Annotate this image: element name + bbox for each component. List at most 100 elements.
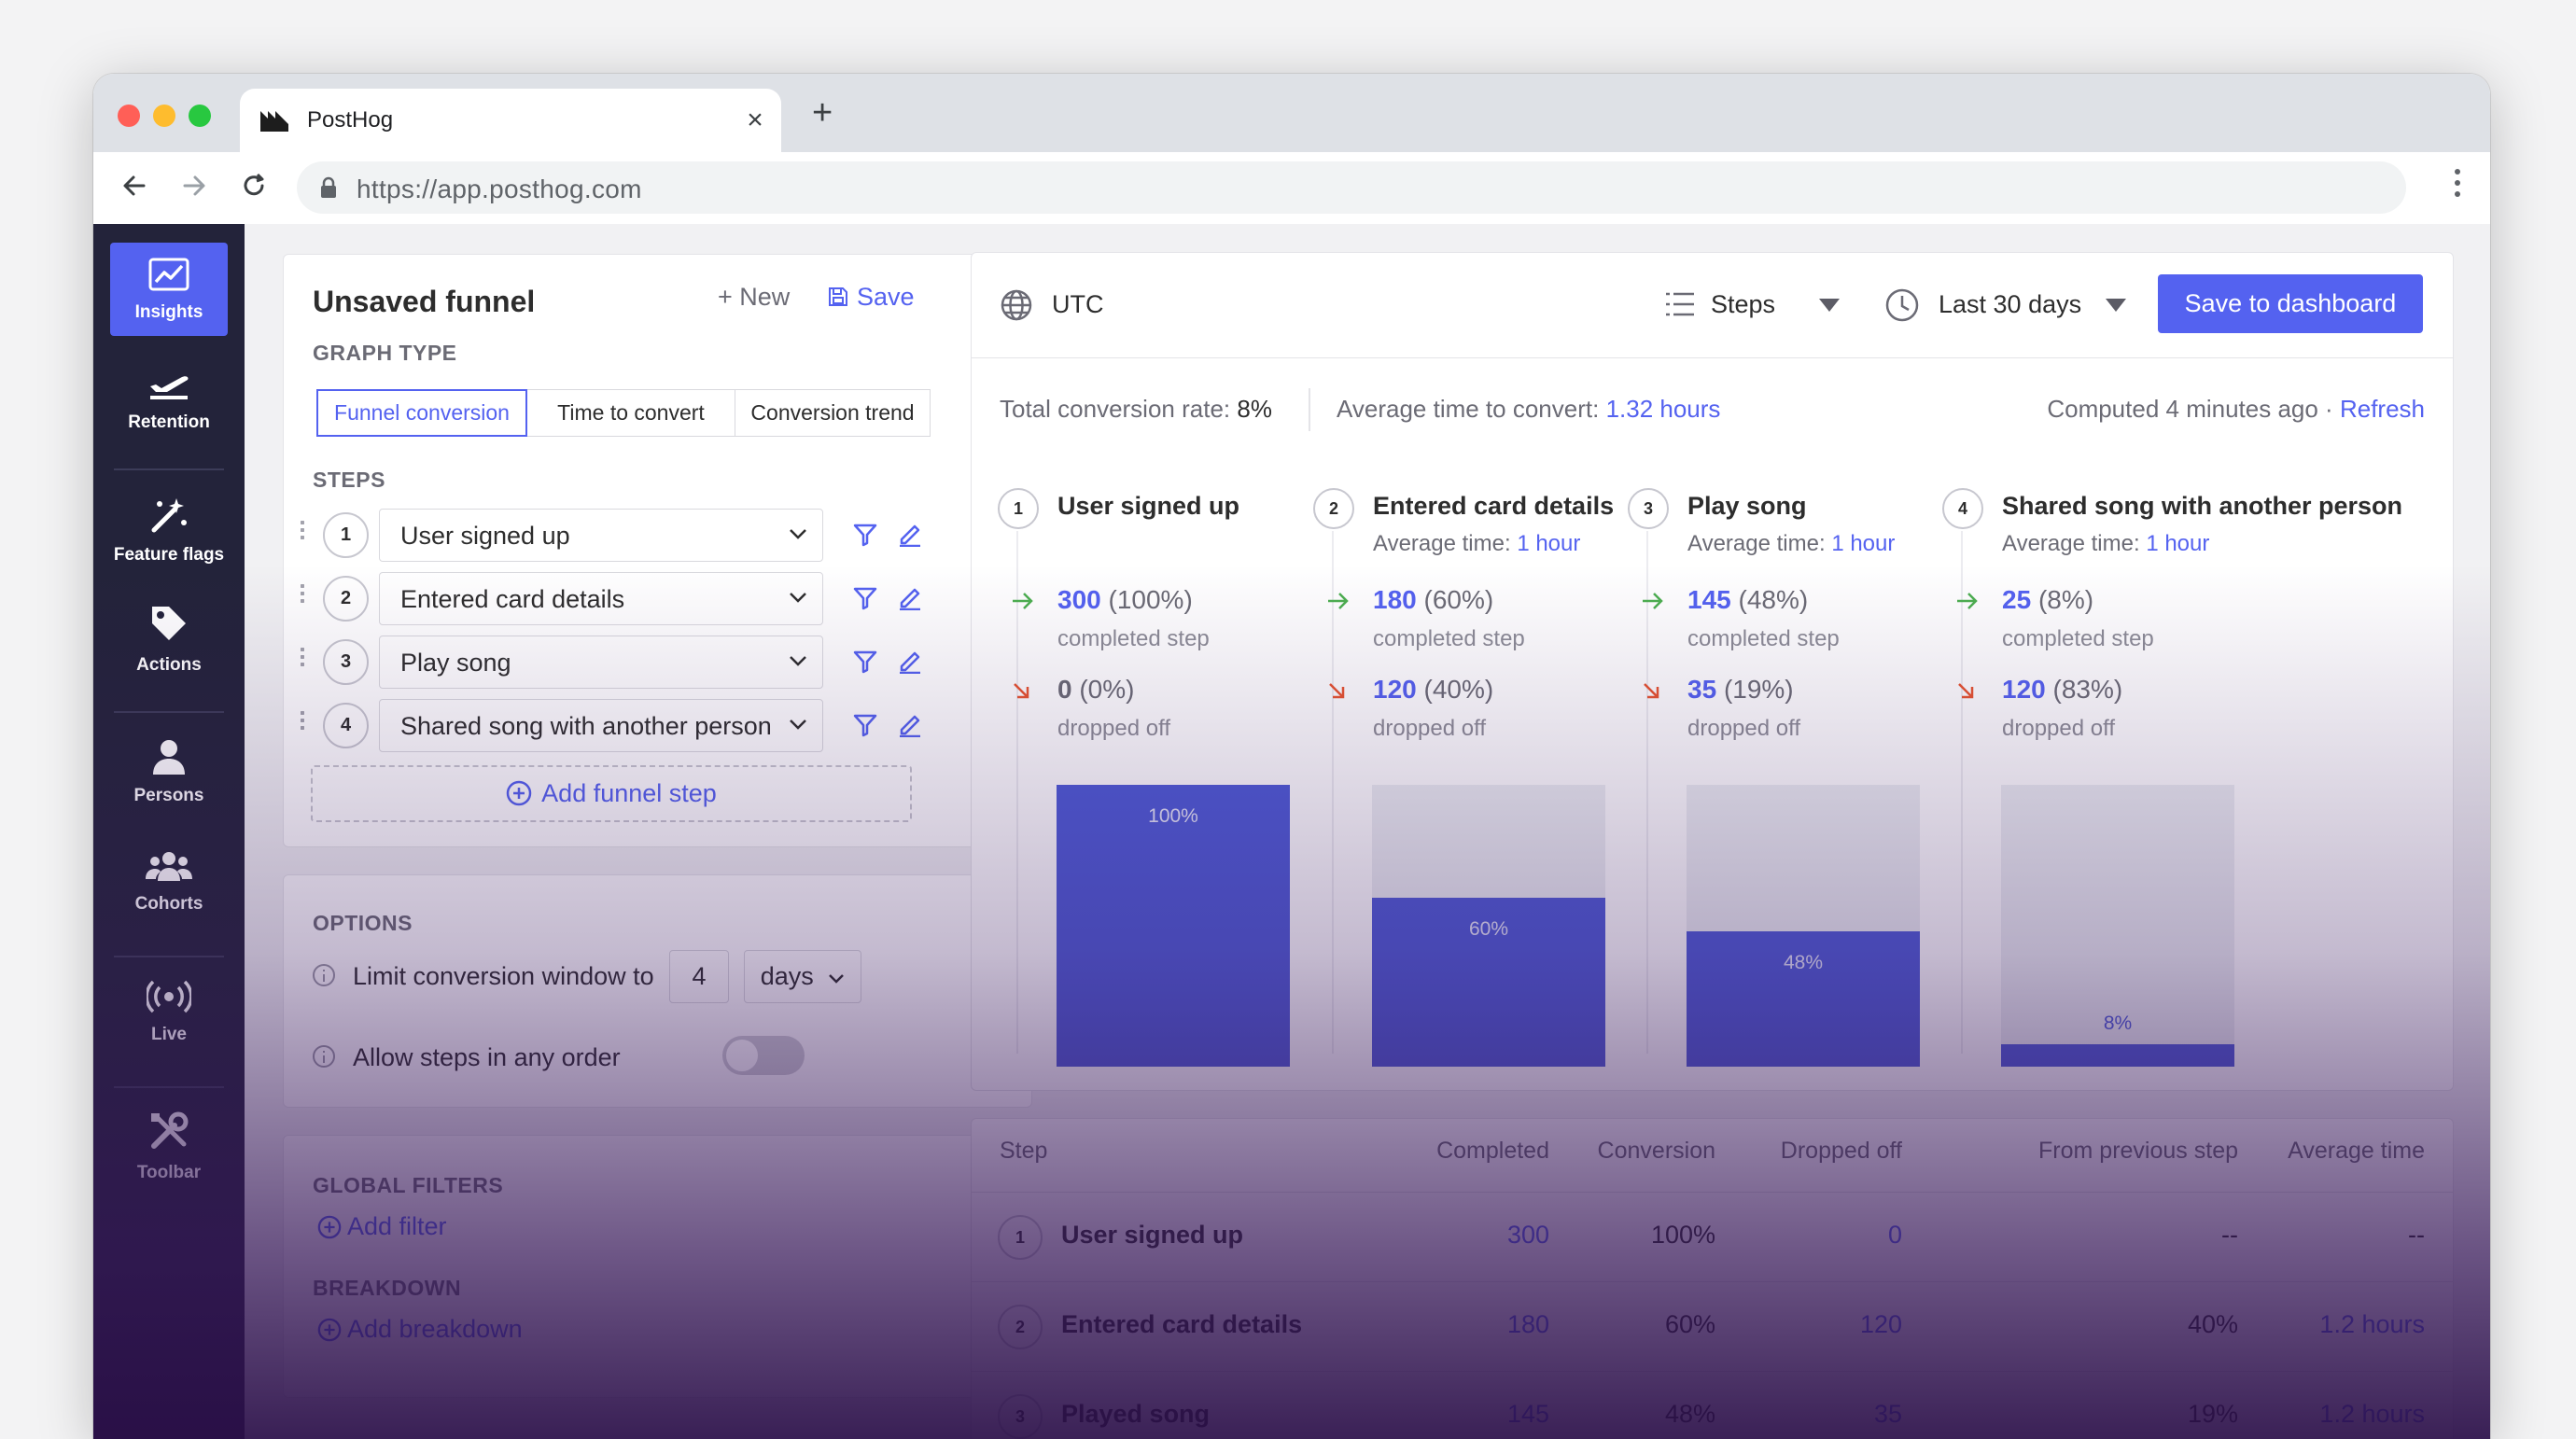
average-time: -- xyxy=(2408,1221,2425,1249)
dropped-count[interactable]: 0 xyxy=(1888,1221,1902,1250)
edit-pencil-icon[interactable] xyxy=(898,523,922,552)
back-arrow-icon[interactable] xyxy=(116,167,153,204)
step-event-select[interactable]: User signed up xyxy=(379,509,823,562)
sidebar-item-actions[interactable]: Actions xyxy=(110,603,228,676)
average-time[interactable]: 1.2 hours xyxy=(2319,1400,2425,1429)
new-tab-icon[interactable]: + xyxy=(812,94,833,132)
filter-icon[interactable] xyxy=(853,523,877,552)
dropped-count[interactable]: 0 xyxy=(1057,675,1072,704)
add-filter-button[interactable]: Add filter xyxy=(317,1212,447,1241)
completed-caption: completed step xyxy=(2002,626,2154,651)
forward-arrow-icon[interactable] xyxy=(175,167,213,204)
edit-pencil-icon[interactable] xyxy=(898,650,922,678)
edit-pencil-icon[interactable] xyxy=(898,586,922,615)
close-window-button[interactable] xyxy=(118,105,140,127)
date-range-selector[interactable]: Last 30 days xyxy=(1939,290,2081,319)
funnel-step-column: 2 Entered card details Average time: 1 hou… xyxy=(1313,488,1627,1067)
add-breakdown-button[interactable]: Add breakdown xyxy=(317,1315,523,1344)
filter-icon[interactable] xyxy=(853,586,877,615)
average-time-value[interactable]: 1 hour xyxy=(1831,531,1895,556)
sidebar-item-toolbar[interactable]: Toolbar xyxy=(110,1111,228,1183)
sidebar-item-live[interactable]: Live xyxy=(110,980,228,1045)
tag-icon xyxy=(110,603,228,650)
column-header-conversion: Conversion xyxy=(1597,1138,1715,1164)
funnel-bar-track: 100% xyxy=(1057,785,1290,1067)
avg-time-value[interactable]: 1.32 hours xyxy=(1606,395,1721,423)
graph-type-funnel-conversion[interactable]: Funnel conversion xyxy=(316,389,527,437)
conversion-window-input[interactable]: 4 xyxy=(669,950,729,1003)
stats-divider xyxy=(1309,388,1310,431)
drag-handle-icon[interactable] xyxy=(301,648,314,670)
from-previous-rate: -- xyxy=(2221,1221,2238,1249)
conversion-rate: 100% xyxy=(1650,1221,1715,1249)
new-funnel-button[interactable]: + New xyxy=(718,283,790,312)
completed-percent: (100%) xyxy=(1108,585,1193,614)
sidebar-item-cohorts[interactable]: Cohorts xyxy=(110,849,228,915)
step-number: 3 xyxy=(1628,488,1669,529)
average-time-label: Average time: xyxy=(2002,531,2140,556)
save-funnel-button[interactable]: Save xyxy=(827,283,915,312)
step-title: Entered card details xyxy=(1373,492,1615,520)
table-row[interactable]: 2 Entered card details 180 60% 120 40% 1… xyxy=(972,1281,2453,1372)
address-bar[interactable]: https://app.posthog.com xyxy=(297,161,2406,214)
sidebar-item-persons[interactable]: Persons xyxy=(110,737,228,806)
caret-down-icon[interactable] xyxy=(1818,298,1841,317)
completed-count[interactable]: 180 xyxy=(1373,585,1417,614)
average-time-value[interactable]: 1 hour xyxy=(1517,531,1580,556)
minimize-window-button[interactable] xyxy=(153,105,175,127)
close-tab-icon[interactable]: × xyxy=(738,104,772,137)
average-time[interactable]: 1.2 hours xyxy=(2319,1310,2425,1339)
browser-menu-icon[interactable] xyxy=(2455,169,2462,203)
sidebar-item-retention[interactable]: Retention xyxy=(110,370,228,433)
drag-handle-icon[interactable] xyxy=(301,521,314,543)
graph-type-time-to-convert[interactable]: Time to convert xyxy=(526,389,735,437)
completed-count[interactable]: 145 xyxy=(1687,585,1731,614)
completed-count[interactable]: 300 xyxy=(1057,585,1101,614)
drag-handle-icon[interactable] xyxy=(301,584,314,607)
dropped-count[interactable]: 35 xyxy=(1874,1400,1902,1429)
column-header-average-time: Average time xyxy=(2288,1138,2425,1164)
globe-icon xyxy=(1000,288,1033,327)
maximize-window-button[interactable] xyxy=(189,105,211,127)
any-order-toggle[interactable] xyxy=(722,1036,805,1075)
graph-type-conversion-trend[interactable]: Conversion trend xyxy=(735,389,931,437)
column-header-dropped-off: Dropped off xyxy=(1780,1138,1902,1164)
table-row[interactable]: 1 User signed up 300 100% 0 -- -- xyxy=(972,1192,2453,1282)
conversion-window-unit-select[interactable]: days xyxy=(744,950,861,1003)
step-title: Shared song with another person xyxy=(2002,492,2403,520)
completed-count[interactable]: 300 xyxy=(1507,1221,1549,1250)
table-row[interactable]: 3 Played song 145 48% 35 19% 1.2 hours xyxy=(972,1371,2453,1439)
caret-down-icon[interactable] xyxy=(2105,298,2127,317)
save-to-dashboard-button[interactable]: Save to dashboard xyxy=(2158,274,2423,333)
drag-handle-icon[interactable] xyxy=(301,711,314,733)
display-mode-selector[interactable]: Steps xyxy=(1711,290,1775,319)
sidebar-item-feature-flags[interactable]: Feature flags xyxy=(110,496,228,566)
filter-icon[interactable] xyxy=(853,650,877,678)
dropped-count[interactable]: 120 xyxy=(1860,1310,1902,1339)
filter-icon[interactable] xyxy=(853,713,877,742)
funnel-bar[interactable] xyxy=(2001,1043,2234,1067)
browser-tab[interactable]: PostHog × xyxy=(240,89,781,152)
step-event-select[interactable]: Entered card details xyxy=(379,572,823,625)
average-time-value[interactable]: 1 hour xyxy=(2146,531,2209,556)
edit-pencil-icon[interactable] xyxy=(898,713,922,742)
timezone-selector[interactable]: UTC xyxy=(1052,290,1104,319)
completed-count[interactable]: 25 xyxy=(2002,585,2031,614)
completed-count[interactable]: 180 xyxy=(1507,1310,1549,1339)
reload-icon[interactable] xyxy=(235,167,273,204)
refresh-link[interactable]: Refresh xyxy=(2340,395,2425,423)
dropped-count[interactable]: 35 xyxy=(1687,675,1716,704)
sidebar-item-insights[interactable]: Insights xyxy=(110,243,228,336)
chevron-down-icon xyxy=(789,654,807,672)
dropped-count[interactable]: 120 xyxy=(1373,675,1417,704)
dropped-count[interactable]: 120 xyxy=(2002,675,2046,704)
info-icon[interactable] xyxy=(313,964,335,986)
info-icon[interactable] xyxy=(313,1045,335,1068)
funnel-bar-label: 8% xyxy=(2103,1012,2133,1034)
unit-value: days xyxy=(760,962,814,990)
add-funnel-step-button[interactable]: Add funnel step xyxy=(311,765,912,822)
completed-count[interactable]: 145 xyxy=(1507,1400,1549,1429)
step-event-select[interactable]: Play song xyxy=(379,636,823,689)
step-event-select[interactable]: Shared song with another person xyxy=(379,699,823,752)
any-order-label: Allow steps in any order xyxy=(353,1043,621,1071)
